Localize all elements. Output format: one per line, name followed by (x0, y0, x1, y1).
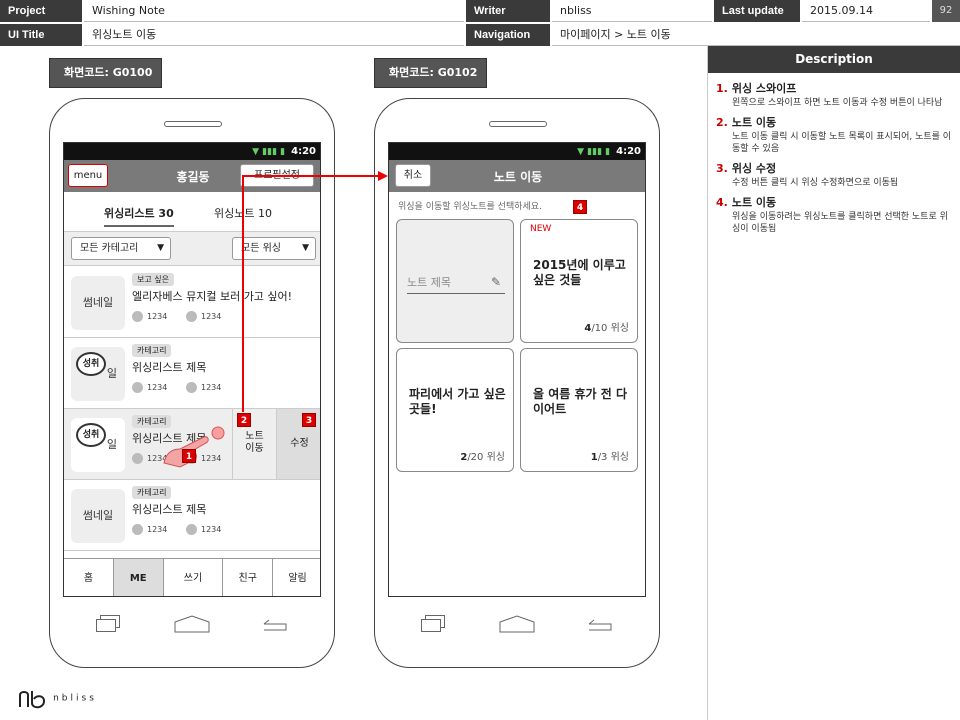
marker-1: 1 (182, 449, 196, 463)
item-number: 2. (716, 116, 728, 129)
description-title: Description (708, 46, 960, 73)
item-number: 1. (716, 82, 728, 95)
company-logo: nbliss (18, 688, 97, 708)
item-title: 노트 이동 (731, 116, 777, 129)
description-item: 1. 위싱 스와이프왼쪽으로 스와이프 하면 노트 이동과 수정 버튼이 나타남 (708, 77, 960, 111)
item-text: 왼쪽으로 스와이프 하면 노트 이동과 수정 버튼이 나타남 (732, 98, 943, 108)
item-title: 위싱 스와이프 (731, 82, 797, 95)
item-text: 노트 이동 클릭 시 이동할 노트 목록이 표시되어, 노트를 이동할 수 있음 (732, 132, 952, 154)
item-number: 4. (716, 196, 728, 209)
item-title: 위싱 수정 (731, 162, 777, 175)
marker-2: 2 (237, 413, 251, 427)
marker-4: 4 (573, 200, 587, 214)
marker-3: 3 (302, 413, 316, 427)
description-item: 3. 위싱 수정수정 버튼 클릭 시 위싱 수정화면으로 이동됨 (708, 157, 960, 191)
item-text: 위싱을 이동하려는 위싱노트를 클릭하면 선택한 노트로 위싱이 이동됨 (732, 212, 948, 234)
logo-text: nbliss (53, 693, 97, 704)
logo-mark-icon (19, 690, 46, 708)
item-number: 3. (716, 162, 728, 175)
description-item: 2. 노트 이동노트 이동 클릭 시 이동할 노트 목록이 표시되어, 노트를 이… (708, 111, 960, 157)
description-panel: Description 1. 위싱 스와이프왼쪽으로 스와이프 하면 노트 이동과… (707, 46, 960, 720)
description-item: 4. 노트 이동위싱을 이동하려는 위싱노트를 클릭하면 선택한 노트로 위싱이 … (708, 191, 960, 237)
item-text: 수정 버튼 클릭 시 위싱 수정화면으로 이동됨 (732, 178, 899, 188)
item-title: 노트 이동 (731, 196, 777, 209)
